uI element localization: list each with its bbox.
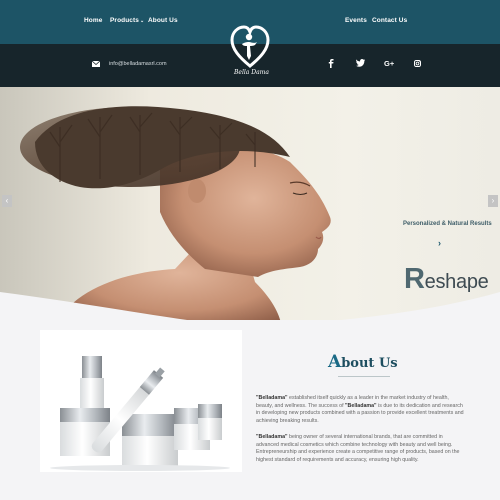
brand-name: "Belladama" (256, 434, 288, 440)
slider-prev-button[interactable]: ‹ (2, 195, 12, 207)
about-heading-initial: A (328, 352, 342, 372)
chevron-down-icon: ⌄ (139, 18, 145, 24)
twitter-icon[interactable] (356, 59, 365, 67)
brand-name: "Belladama" (345, 402, 377, 409)
slider-next-button[interactable]: › (488, 195, 498, 207)
hero-title: Reshape (404, 263, 489, 296)
facebook-icon[interactable] (328, 59, 334, 68)
envelope-icon (92, 61, 100, 67)
nav-products[interactable]: Products⌄ (110, 17, 144, 24)
about-heading: About Us (328, 352, 398, 372)
contact-email[interactable]: info@belladamasrl.com (109, 61, 167, 67)
hero-next-chevron-icon[interactable]: › (438, 238, 441, 248)
instagram-icon[interactable] (414, 60, 421, 67)
nav-contact-us[interactable]: Contact Us (372, 17, 407, 24)
nav-home[interactable]: Home (84, 17, 102, 24)
nav-products-label: Products (110, 17, 139, 24)
hero-title-initial: R (404, 263, 425, 295)
cosmetic-products-image (40, 330, 242, 472)
brand-name: "Belladama" (256, 395, 288, 401)
google-plus-icon[interactable]: G+ (384, 59, 394, 68)
nav-events[interactable]: Events (345, 17, 367, 24)
hero-title-rest: eshape (424, 271, 489, 293)
logo-wordmark: Bella Dama (234, 69, 269, 76)
hero-tagline: Personalized & Natural Results (403, 221, 492, 227)
about-paragraph-1: "Belladama" established itself quickly a… (256, 395, 466, 425)
about-heading-rest: bout Us (341, 356, 398, 371)
nav-about-us[interactable]: About Us (148, 17, 178, 24)
about-paragraph-2: "Belladama" being owner of several inter… (256, 434, 466, 464)
heading-divider (338, 376, 390, 377)
hero-slider: Reshape (0, 87, 500, 327)
